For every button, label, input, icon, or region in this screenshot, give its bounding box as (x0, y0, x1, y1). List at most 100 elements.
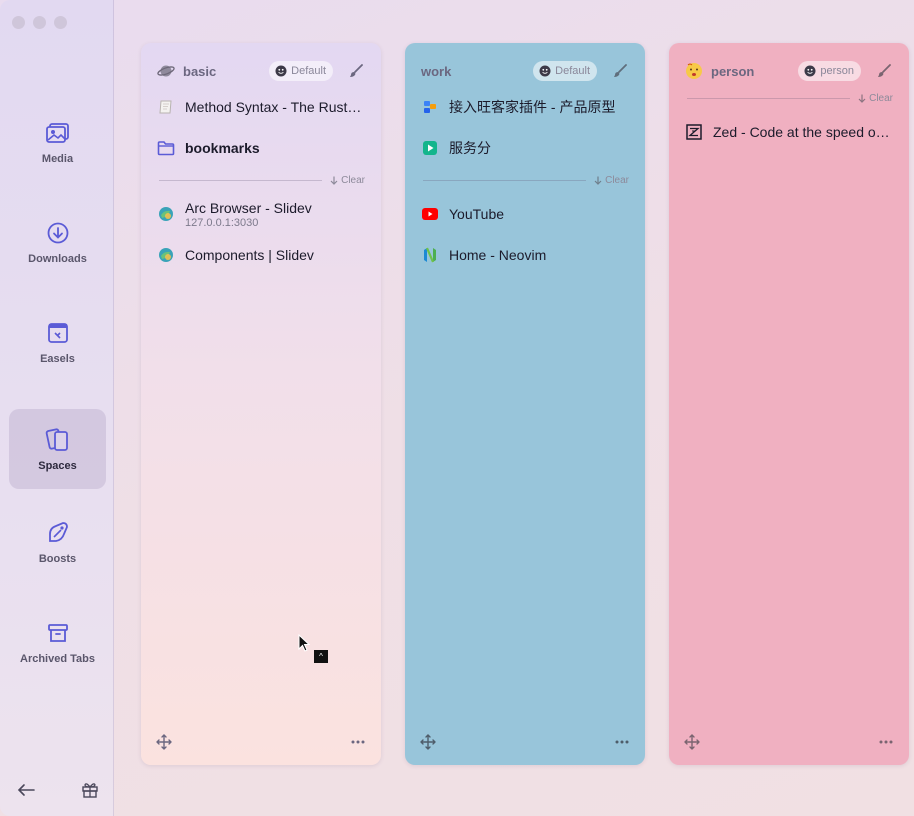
paintbrush-icon[interactable] (611, 62, 629, 80)
slidev-icon (157, 246, 175, 264)
minimize-window-button[interactable] (33, 16, 46, 29)
sidebar-footer (16, 780, 100, 800)
tab-url: 127.0.0.1:3030 (185, 216, 259, 229)
emoji-face-icon (685, 62, 703, 80)
tab-item[interactable]: Components | Slidev (157, 238, 365, 272)
tab-title: Arc Browser - Slidev (185, 199, 312, 216)
tab-title: Method Syntax - The Rust Programming Lan… (185, 99, 365, 115)
tab-title: 服务分 (449, 140, 491, 156)
rust-book-icon (157, 98, 175, 116)
clear-label: Clear (605, 174, 629, 186)
bookmarks-folder[interactable]: bookmarks (157, 131, 365, 165)
sidebar-item-easels[interactable]: Easels (9, 302, 106, 382)
pinned-tab[interactable]: 接入旺客家插件 - 产品原型 (421, 90, 629, 124)
space-footer (155, 733, 367, 751)
space-card-person: person person Clear Zed - Code at the sp… (669, 43, 909, 765)
sidebar-item-archived-tabs[interactable]: Archived Tabs (9, 602, 106, 682)
clear-label: Clear (869, 92, 893, 104)
neovim-icon (421, 246, 439, 264)
sidebar-item-spaces[interactable]: Spaces (9, 409, 106, 489)
space-card-work: work Default 接入旺客家插件 - 产品原型 服务分 Clear Yo… (405, 43, 645, 765)
folder-title: bookmarks (185, 140, 260, 156)
profile-badge[interactable]: Default (269, 61, 333, 81)
play-app-icon (421, 139, 439, 157)
zed-icon (685, 123, 703, 141)
tab-title: YouTube (449, 206, 505, 222)
pinned-tab[interactable]: Method Syntax - The Rust Programming Lan… (157, 90, 365, 124)
sidebar-item-label: Spaces (38, 459, 77, 472)
clear-tabs-button[interactable]: Clear (330, 175, 365, 186)
close-window-button[interactable] (12, 16, 25, 29)
tab-divider: Clear (159, 173, 365, 187)
space-header: work Default (421, 60, 629, 82)
tab-item[interactable]: Zed - Code at the speed of thought (685, 115, 893, 149)
sidebar-item-media[interactable]: Media (9, 102, 106, 182)
move-icon[interactable] (683, 733, 701, 751)
sidebar: Media Downloads Easels Spaces Boosts Arc… (0, 0, 114, 816)
arrow-down-icon (594, 176, 602, 185)
spaces-icon (45, 427, 71, 453)
window-controls (12, 16, 67, 29)
youtube-icon (421, 205, 439, 223)
sidebar-item-label: Media (41, 152, 74, 165)
sidebar-item-label: Archived Tabs (20, 652, 95, 665)
arrow-down-icon (858, 94, 866, 103)
tab-item[interactable]: Arc Browser - Slidev 127.0.0.1:3030 (157, 196, 365, 232)
tab-divider: Clear (423, 173, 629, 187)
folder-icon (157, 139, 175, 157)
profile-badge[interactable]: person (798, 61, 861, 81)
clear-tabs-button[interactable]: Clear (594, 175, 629, 186)
profile-badge-label: Default (555, 65, 590, 77)
paintbrush-icon[interactable] (347, 62, 365, 80)
smiley-icon (804, 65, 816, 77)
tab-divider: Clear (687, 91, 893, 105)
mouse-cursor-icon (298, 634, 310, 652)
profile-badge-label: Default (291, 65, 326, 77)
space-card-basic: basic Default Method Syntax - The Rust P… (141, 43, 381, 765)
tab-item[interactable]: Home - Neovim (421, 238, 629, 272)
paintbrush-icon[interactable] (875, 62, 893, 80)
cursor-tooltip: ^ (314, 650, 328, 663)
media-icon (45, 120, 71, 146)
move-icon[interactable] (419, 733, 437, 751)
sidebar-item-label: Boosts (38, 552, 77, 565)
space-footer (683, 733, 895, 751)
more-options-icon[interactable] (877, 733, 895, 751)
sidebar-item-label: Downloads (28, 252, 87, 265)
space-header: basic Default (157, 60, 365, 82)
smiley-icon (275, 65, 287, 77)
profile-badge[interactable]: Default (533, 61, 597, 81)
arc-slidev-icon (157, 205, 175, 223)
more-options-icon[interactable] (349, 733, 367, 751)
tab-title: 接入旺客家插件 - 产品原型 (449, 99, 616, 115)
space-name: person (711, 63, 755, 79)
planet-icon (157, 62, 175, 80)
clear-tabs-button[interactable]: Clear (858, 93, 893, 104)
arrow-down-icon (330, 176, 338, 185)
app-window: Media Downloads Easels Spaces Boosts Arc… (0, 0, 914, 816)
download-icon (45, 220, 71, 246)
sidebar-item-downloads[interactable]: Downloads (9, 202, 106, 282)
prototype-app-icon (421, 98, 439, 116)
boost-icon (45, 520, 71, 546)
profile-badge-label: person (820, 65, 854, 77)
easel-icon (45, 320, 71, 346)
sidebar-item-label: Easels (40, 352, 75, 365)
zoom-window-button[interactable] (54, 16, 67, 29)
space-name: basic (183, 63, 217, 79)
space-footer (419, 733, 631, 751)
clear-label: Clear (341, 174, 365, 186)
move-icon[interactable] (155, 733, 173, 751)
more-options-icon[interactable] (613, 733, 631, 751)
pinned-tab[interactable]: 服务分 (421, 131, 629, 165)
gift-icon[interactable] (80, 780, 100, 800)
space-header: person person (685, 60, 893, 82)
sidebar-item-boosts[interactable]: Boosts (9, 502, 106, 582)
tab-title: Components | Slidev (185, 247, 314, 263)
smiley-icon (539, 65, 551, 77)
back-arrow-icon[interactable] (16, 780, 36, 800)
tab-title: Zed - Code at the speed of thought (713, 124, 893, 140)
space-name: work (421, 63, 452, 79)
tab-item[interactable]: YouTube (421, 197, 629, 231)
tab-title: Home - Neovim (449, 247, 547, 263)
